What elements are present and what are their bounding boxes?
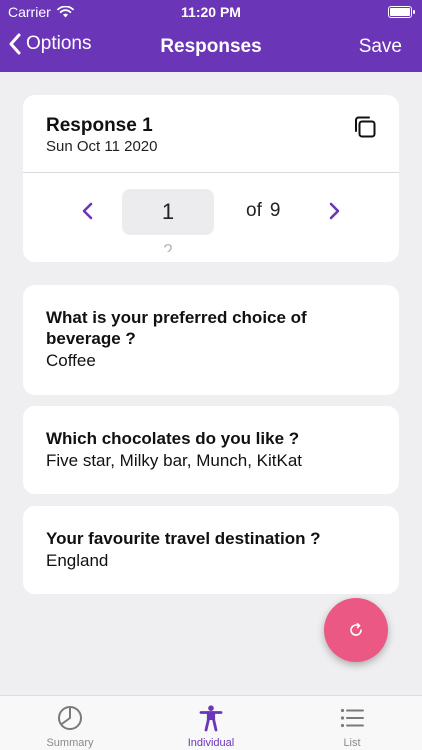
question-card: Which chocolates do you like ? Five star…	[23, 406, 399, 494]
tab-label: Summary	[46, 737, 94, 749]
navigation-bar: Options Responses Save	[0, 28, 422, 68]
question-card: Your favourite travel destination ? Engl…	[23, 506, 399, 594]
response-header-card: Response 1 Sun Oct 11 2020 1 2 of 9	[23, 95, 399, 262]
answer-text: Five star, Milky bar, Munch, KitKat	[46, 451, 303, 470]
response-date: Sun Oct 11 2020	[46, 138, 158, 155]
tab-list[interactable]: List	[282, 696, 422, 750]
response-pager: 1 2 of 9	[23, 173, 399, 262]
tab-label: Individual	[187, 737, 235, 749]
refresh-button[interactable]	[324, 598, 388, 662]
copy-icon[interactable]	[353, 115, 377, 139]
chevron-right-icon[interactable]	[325, 201, 343, 221]
battery-icon	[388, 6, 415, 18]
answer-text: Coffee	[46, 351, 96, 370]
person-icon	[199, 705, 223, 732]
of-label: of	[246, 200, 262, 221]
refresh-icon	[350, 623, 362, 636]
answer-text: England	[46, 551, 109, 570]
tab-label: List	[343, 737, 361, 749]
tab-individual[interactable]: Individual	[141, 696, 281, 750]
response-total: of 9	[246, 200, 288, 222]
chevron-left-icon[interactable]	[79, 201, 97, 221]
total-count: 9	[269, 200, 281, 221]
question-text: Which chocolates do you like ?	[46, 429, 300, 448]
status-time: 11:20 PM	[181, 4, 241, 20]
next-number-peek: 2	[162, 241, 173, 252]
question-card: What is your preferred choice of beverag…	[23, 285, 399, 395]
question-text: Your favourite travel destination ?	[46, 529, 321, 548]
pie-chart-icon	[58, 706, 82, 730]
tab-bar: Summary Individual List	[0, 695, 422, 750]
list-icon	[340, 708, 364, 728]
question-text: What is your preferred choice of beverag…	[46, 308, 307, 348]
save-button[interactable]: Save	[359, 36, 402, 58]
top-bar: Carrier 11:20 PM Options Responses Save	[0, 0, 422, 72]
status-bar: Carrier 11:20 PM	[0, 0, 422, 26]
response-number-picker[interactable]: 1	[122, 189, 214, 235]
response-title: Response 1	[46, 115, 153, 136]
tab-summary[interactable]: Summary	[0, 696, 140, 750]
